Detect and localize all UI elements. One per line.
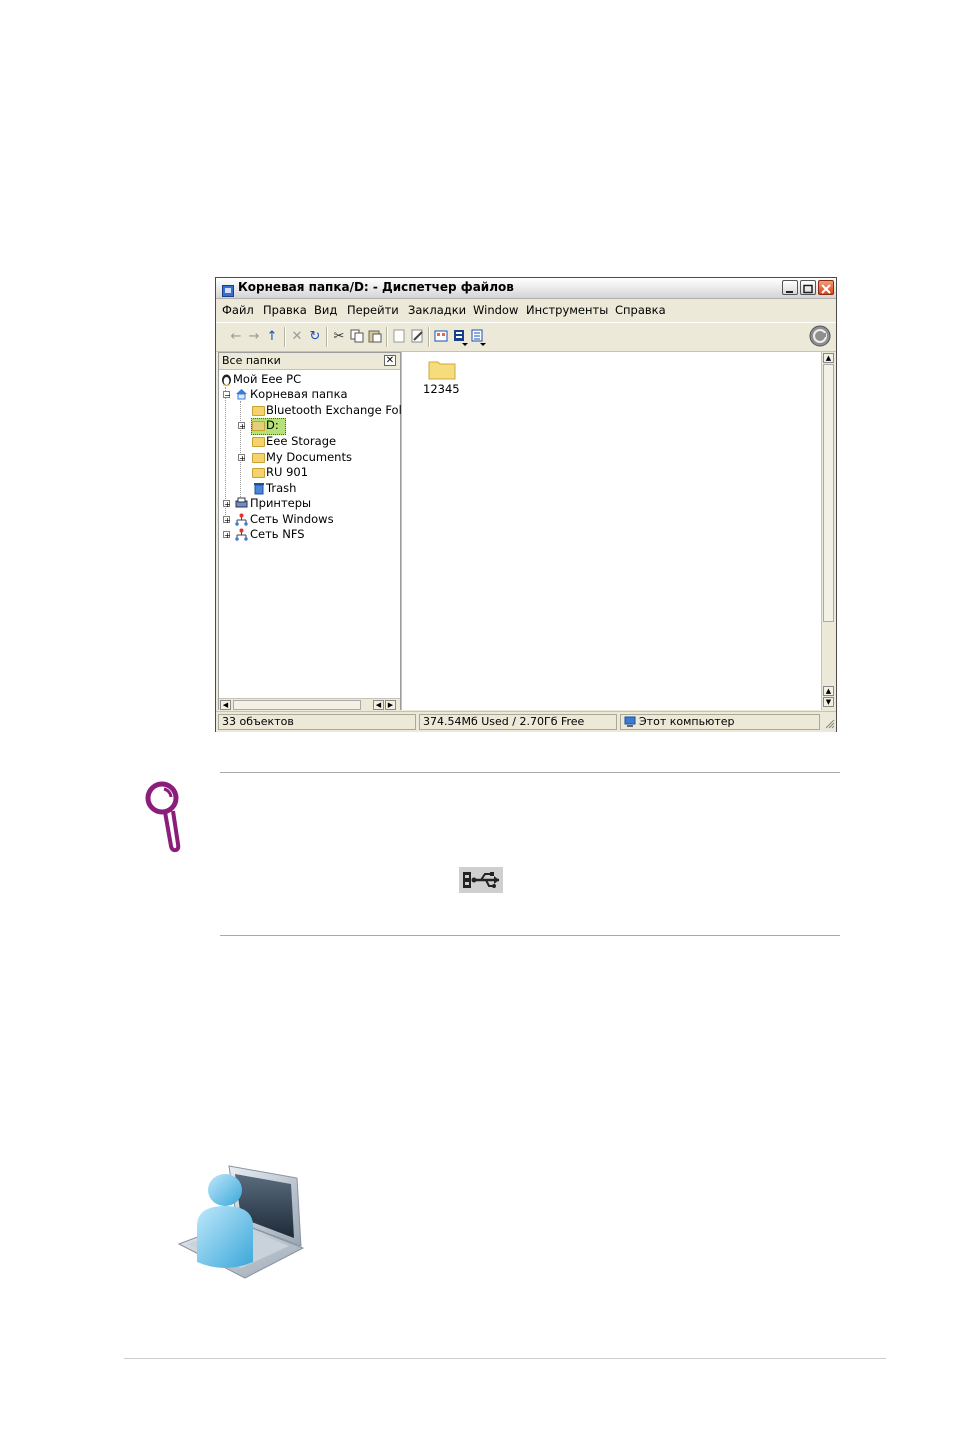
folder-icon (428, 361, 456, 380)
status-bar: 33 объектов 374.54Мб Used / 2.70Гб Free … (216, 711, 836, 732)
laptop-user-icon (177, 1165, 305, 1279)
scroll-up-button[interactable]: ▲ (823, 353, 834, 363)
scroll-left-button[interactable]: ◀ (220, 700, 231, 710)
title-bar: Корневая папка/D: - Диспетчер файлов (216, 278, 836, 299)
penguin-icon (222, 374, 231, 386)
copy-icon[interactable] (349, 329, 365, 345)
status-disk-space: 374.54Мб Used / 2.70Гб Free (419, 714, 617, 730)
expand-icon[interactable]: + (223, 516, 231, 525)
new-file-icon[interactable] (391, 329, 407, 345)
expand-icon[interactable]: + (223, 531, 231, 540)
folder-icon (252, 468, 265, 478)
computer-icon (624, 716, 636, 727)
menu-bookmarks[interactable]: Закладки (408, 303, 466, 317)
usb-device-icon (459, 867, 503, 893)
file-item-12345[interactable]: 12345 (422, 358, 462, 402)
menu-help[interactable]: Справка (615, 303, 666, 317)
menu-bar: Файл Правка Вид Перейти Закладки Window … (216, 299, 836, 321)
folder-icon (252, 437, 265, 447)
network-icon (235, 528, 248, 541)
cut-icon[interactable]: ✂ (331, 329, 347, 345)
printer-icon (235, 497, 248, 508)
folder-tree-panel: Все папки ✕ Мой Eee PC − Корневая папка … (218, 352, 409, 711)
delete-icon[interactable]: ✕ (289, 329, 305, 345)
menu-go[interactable]: Перейти (347, 303, 399, 317)
menu-tools[interactable]: Инструменты (526, 303, 608, 317)
up-arrow-icon[interactable]: ↑ (264, 329, 280, 345)
menu-view[interactable]: Вид (314, 303, 337, 317)
vertical-scrollbar[interactable]: ▲ ▲ ▼ (821, 352, 836, 710)
scroll-up-button-2[interactable]: ▲ (823, 686, 834, 696)
note-bottom-rule (220, 935, 840, 936)
menu-window[interactable]: Window (473, 303, 518, 317)
home-icon (236, 389, 247, 400)
scroll-left-button-2[interactable]: ◀ (373, 700, 384, 710)
maximize-button[interactable] (800, 280, 816, 295)
folder-icon (252, 406, 265, 416)
horizontal-scrollbar[interactable]: ◀ ◀ ▶ (219, 698, 400, 711)
close-button[interactable] (818, 280, 834, 295)
trash-icon (254, 483, 264, 495)
network-icon (235, 513, 248, 526)
close-panel-button[interactable]: ✕ (384, 355, 396, 366)
icon-view-icon[interactable] (433, 329, 449, 345)
collapse-icon[interactable]: − (223, 391, 231, 400)
list-view-icon[interactable] (471, 329, 487, 346)
status-location: Этот компьютер (620, 714, 820, 730)
expand-icon[interactable]: + (238, 422, 246, 431)
toolbar: ← → ↑ ✕ ↻ ✂ (216, 322, 836, 352)
folder-icon (252, 453, 265, 463)
vertical-scroll-thumb[interactable] (823, 364, 834, 622)
refresh-icon[interactable]: ↻ (307, 329, 323, 345)
expand-icon[interactable]: + (238, 454, 246, 463)
busy-spinner-icon (809, 325, 831, 347)
resize-grip-icon[interactable] (824, 718, 835, 729)
file-list-panel: 12345 (401, 352, 822, 710)
expand-icon[interactable]: + (223, 500, 231, 509)
footer-rule (124, 1358, 886, 1359)
forward-arrow-icon[interactable]: → (246, 329, 262, 345)
folder-panel-title: Все папки (222, 354, 281, 367)
status-item-count: 33 объектов (218, 714, 416, 730)
window-title: Корневая папка/D: - Диспетчер файлов (238, 280, 514, 294)
app-icon (222, 282, 234, 297)
file-manager-window: Корневая папка/D: - Диспетчер файлов Фай… (215, 277, 837, 732)
menu-edit[interactable]: Правка (263, 303, 307, 317)
scroll-right-button[interactable]: ▶ (385, 700, 396, 710)
rename-icon[interactable] (409, 329, 425, 345)
minimize-button[interactable] (782, 280, 798, 295)
paste-icon[interactable] (367, 329, 383, 345)
magnifier-icon (145, 781, 181, 853)
menu-file[interactable]: Файл (222, 303, 254, 317)
folder-panel-header: Все папки ✕ (219, 353, 400, 370)
detail-view-icon[interactable] (453, 329, 469, 346)
scroll-thumb[interactable] (233, 700, 361, 710)
drive-icon (252, 421, 265, 431)
note-top-rule (220, 772, 840, 773)
back-arrow-icon[interactable]: ← (228, 329, 244, 345)
scroll-down-button[interactable]: ▼ (823, 697, 834, 707)
